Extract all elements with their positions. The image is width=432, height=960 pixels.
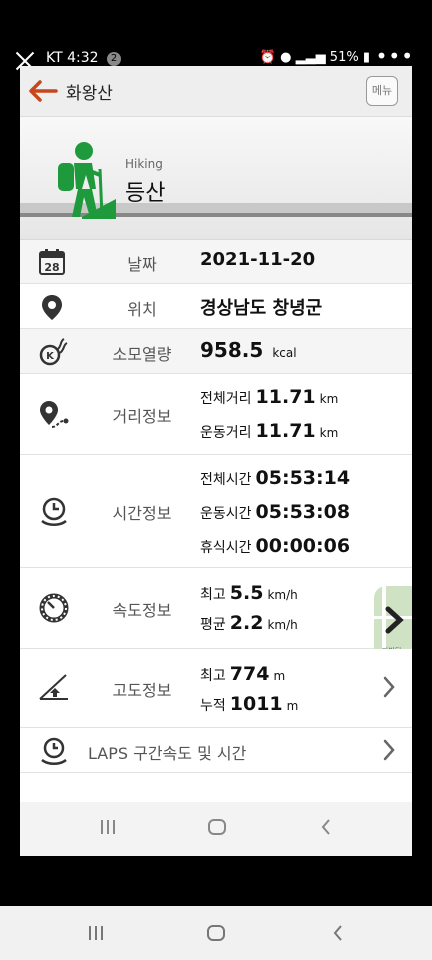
time-moving-value: 05:53:08 xyxy=(255,501,351,523)
time-clock-icon xyxy=(41,497,67,526)
activity-name: 등산 xyxy=(125,181,166,206)
laps-row[interactable]: LAPS 구간속도 및 시간 xyxy=(20,728,412,773)
calories-unit: kcal xyxy=(272,346,297,360)
altitude-max-value: 774 xyxy=(229,663,270,685)
distance-total-label: 전체거리 xyxy=(200,391,252,407)
signal-icon: ▂▃▅ xyxy=(295,50,326,65)
svg-text:K: K xyxy=(46,351,55,362)
speed-label: 속도정보 xyxy=(112,601,172,620)
time-moving-label: 운동시간 xyxy=(200,506,252,522)
distance-moving-label: 운동거리 xyxy=(200,425,252,441)
distance-row: 거리정보 전체거리 11.71 km 운동거리 11.71 km xyxy=(20,374,412,455)
laps-clock-icon xyxy=(41,737,67,765)
speed-avg-value: 2.2 xyxy=(229,612,264,634)
battery-icon: ▮ xyxy=(362,50,370,65)
app-window: 화왕산 메뉴 Hiking 등산 28 날짜 2021-11-20 위치 경상남… xyxy=(20,66,412,856)
recent-apps-icon[interactable] xyxy=(86,922,106,944)
back-arrow-icon[interactable] xyxy=(28,79,58,103)
page-title: 화왕산 xyxy=(66,84,113,104)
more-dots-icon[interactable]: ••• xyxy=(376,44,414,68)
distance-total-value: 11.71 xyxy=(255,386,316,408)
chevron-right-icon[interactable] xyxy=(382,676,396,698)
alarm-icon: ⏰ xyxy=(259,50,277,65)
distance-total: 전체거리 11.71 km xyxy=(200,386,338,408)
time-total: 전체시간 05:53:14 xyxy=(200,467,350,489)
activity-english: Hiking xyxy=(125,157,163,171)
speed-avg-unit: km/h xyxy=(267,618,298,632)
distance-label: 거리정보 xyxy=(112,407,172,426)
altitude-max: 최고 774 m xyxy=(200,663,285,685)
altitude-max-unit: m xyxy=(273,669,286,683)
altitude-max-label: 최고 xyxy=(200,668,226,684)
altitude-cum-label: 누적 xyxy=(200,698,226,714)
date-row: 28 날짜 2021-11-20 xyxy=(20,240,412,284)
calories-value-group: 958.5 kcal xyxy=(200,338,297,362)
location-label: 위치 xyxy=(127,300,157,319)
altitude-cum-unit: m xyxy=(286,699,299,713)
distance-moving: 운동거리 11.71 km xyxy=(200,420,338,442)
laps-label: LAPS 구간속도 및 시간 xyxy=(88,744,247,763)
calendar-icon: 28 xyxy=(39,249,65,275)
status-carrier-time: KT 4:32 2 xyxy=(46,50,122,66)
time-rest-value: 00:00:06 xyxy=(255,535,351,557)
speedometer-icon xyxy=(39,593,69,623)
app-navigation-bar xyxy=(20,802,412,856)
calories-flame-icon: K xyxy=(39,338,68,366)
speed-max: 최고 5.5 km/h xyxy=(200,582,298,604)
menu-button[interactable]: 메뉴 xyxy=(366,76,398,106)
calories-value: 958.5 xyxy=(200,338,264,362)
time-rest: 휴식시간 00:00:06 xyxy=(200,535,350,557)
location-value: 경상남도 창녕군 xyxy=(200,298,323,319)
time-row: 시간정보 전체시간 05:53:14 운동시간 05:53:08 휴식시간 00:00… xyxy=(20,455,412,568)
altitude-cum-value: 1011 xyxy=(229,693,283,715)
notification-badge: 2 xyxy=(107,52,122,66)
hiker-icon xyxy=(58,142,116,219)
date-label: 날짜 xyxy=(127,255,157,274)
system-navigation-bar xyxy=(0,906,432,960)
speed-avg-label: 평균 xyxy=(200,617,226,633)
time-label: 시간정보 xyxy=(112,504,172,523)
activity-banner: Hiking 등산 xyxy=(20,117,412,240)
back-icon[interactable] xyxy=(330,922,346,944)
speed-row[interactable]: 속도정보 최고5.5km/h 평균2.2km/h 마방딩 xyxy=(20,568,412,660)
time-total-label: 전체시간 xyxy=(200,472,252,488)
calories-row: K 소모열량 958.5 kcal xyxy=(20,329,412,374)
status-bar: KT 4:32 2 ⏰ ● ▂▃▅ 51% ▮ ••• xyxy=(0,0,432,68)
date-value: 2021-11-20 xyxy=(200,249,316,270)
distance-pin-icon xyxy=(40,401,69,428)
clock: 4:32 xyxy=(67,50,99,66)
time-moving: 운동시간 05:53:08 xyxy=(200,501,350,523)
calendar-icon-day: 28 xyxy=(44,261,59,274)
calories-label: 소모열량 xyxy=(112,345,172,364)
distance-moving-value: 11.71 xyxy=(255,420,316,442)
carrier: KT xyxy=(46,50,63,66)
time-total-value: 05:53:14 xyxy=(255,467,351,489)
altitude-label: 고도정보 xyxy=(112,681,172,700)
location-status-icon: ● xyxy=(280,50,292,65)
title-bar: 화왕산 메뉴 xyxy=(20,66,412,117)
speed-max-label: 최고 xyxy=(200,587,226,603)
distance-total-unit: km xyxy=(319,392,339,406)
speed-max-value: 5.5 xyxy=(229,582,264,604)
speed-max-unit: km/h xyxy=(267,588,298,602)
location-pin-icon xyxy=(42,295,62,320)
home-icon[interactable] xyxy=(206,922,226,944)
time-rest-label: 휴식시간 xyxy=(200,540,252,556)
location-row: 위치 경상남도 창녕군 xyxy=(20,284,412,329)
battery-level: 51% xyxy=(329,50,359,65)
map-chevron-right-icon xyxy=(385,606,404,634)
speed-avg: 평균 2.2 km/h xyxy=(200,612,298,634)
altitude-slope-icon xyxy=(39,674,68,700)
recent-apps-icon[interactable] xyxy=(98,816,118,838)
altitude-row[interactable]: 고도정보 최고 774 m 누적 1011 m xyxy=(20,649,412,728)
distance-moving-unit: km xyxy=(319,426,339,440)
altitude-cumulative: 누적 1011 m xyxy=(200,693,298,715)
status-icons: ⏰ ● ▂▃▅ 51% ▮ xyxy=(260,50,370,65)
home-icon[interactable] xyxy=(207,816,227,838)
back-icon[interactable] xyxy=(318,816,334,838)
chevron-right-icon[interactable] xyxy=(382,739,396,761)
